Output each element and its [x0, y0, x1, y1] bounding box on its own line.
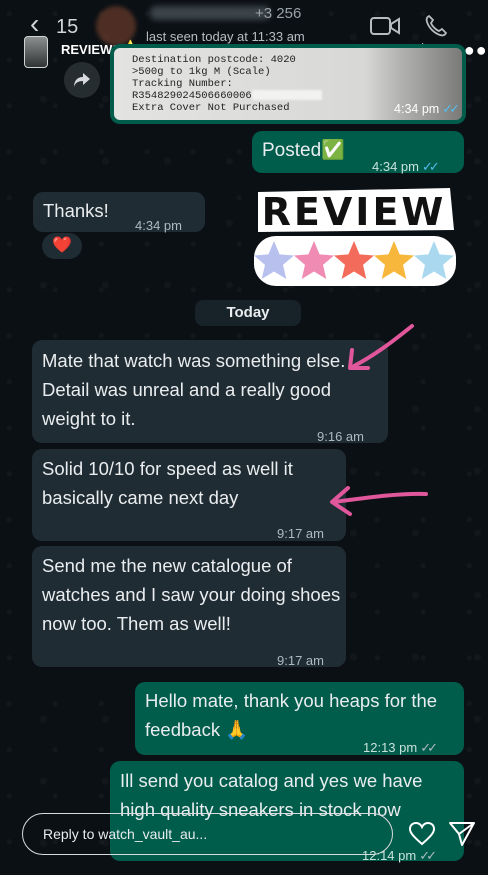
forward-button[interactable]	[64, 62, 100, 98]
delivered-tick-icon: ✓✓	[419, 848, 437, 863]
date-divider: Today	[195, 300, 301, 326]
contact-name-redacted	[150, 6, 270, 20]
like-heart-icon[interactable]	[409, 822, 435, 846]
message-bubble-incoming[interactable]: Thanks! 4:34 pm	[33, 192, 205, 233]
message-time: 12:13 pm ✓✓	[363, 740, 438, 755]
story-avatar[interactable]	[24, 36, 48, 68]
story-reply-input[interactable]: Reply to watch_vault_au...	[22, 813, 393, 855]
message-time: 9:17 am	[277, 526, 324, 541]
message-text: Thanks!	[43, 200, 109, 221]
message-bubble-outgoing[interactable]: Posted✅ 4:34 pm ✓✓	[252, 131, 464, 174]
message-bubble-incoming[interactable]: Send me the new catalogue of watches and…	[32, 546, 346, 668]
send-icon[interactable]	[448, 820, 476, 848]
sticker-text: REVIEW	[262, 190, 447, 234]
read-tick-icon: ✓✓	[421, 159, 440, 174]
message-time: 9:17 am	[277, 653, 324, 668]
message-time: 4:34 pm ✓✓	[372, 159, 440, 174]
forward-icon	[74, 73, 90, 87]
reply-placeholder: Reply to watch_vault_au...	[43, 826, 208, 842]
heart-reaction: ❤️	[52, 237, 72, 254]
read-tick-icon: ✓✓	[442, 101, 460, 116]
receipt-line: Extra Cover Not Purchased	[132, 102, 290, 114]
message-text: Solid 10/10 for speed as well it basical…	[42, 458, 293, 508]
pink-arrow-icon	[330, 486, 428, 516]
message-text: Posted✅	[262, 140, 345, 161]
receipt-line: >500g to 1kg M (Scale)	[132, 66, 271, 78]
image-message[interactable]: Destination postcode: 4020 >500g to 1kg …	[110, 44, 466, 124]
message-time: 4:34 pm	[135, 218, 182, 233]
message-reaction[interactable]: ❤️	[42, 233, 82, 259]
review-sticker: REVIEW	[254, 188, 456, 286]
pink-arrow-icon	[348, 324, 414, 370]
message-text: Mate that watch was something else. Deta…	[42, 350, 346, 429]
receipt-line: Tracking Number:	[132, 78, 233, 90]
message-bubble-outgoing[interactable]: Hello mate, thank you heaps for the feed…	[135, 682, 464, 755]
message-text: Send me the new catalogue of watches and…	[42, 555, 341, 634]
message-time: 4:34 pm ✓✓	[394, 101, 460, 116]
tracking-number: R354829024506660006	[132, 90, 252, 102]
redaction-mark	[251, 90, 322, 101]
receipt-line: Destination postcode: 4020	[132, 54, 296, 66]
delivered-tick-icon: ✓✓	[420, 740, 438, 755]
contact-name: +3 256	[255, 5, 302, 22]
video-call-icon[interactable]	[370, 16, 400, 36]
message-time: 9:16 am	[317, 429, 364, 444]
message-bubble-incoming[interactable]: Solid 10/10 for speed as well it basical…	[32, 449, 346, 541]
message-bubble-incoming[interactable]: Mate that watch was something else. Deta…	[32, 340, 388, 444]
sticker-stars	[254, 236, 456, 286]
